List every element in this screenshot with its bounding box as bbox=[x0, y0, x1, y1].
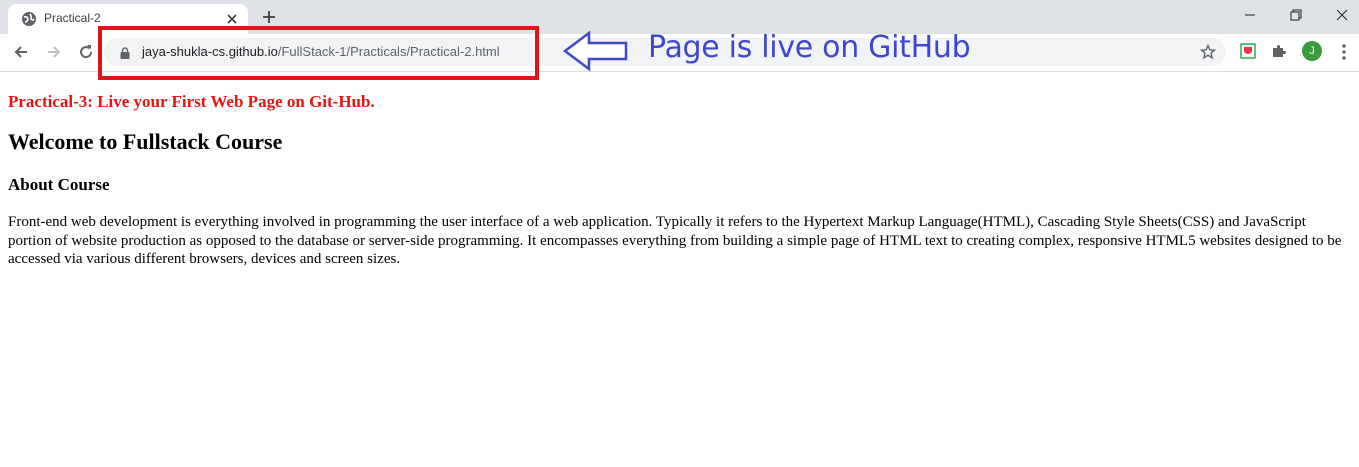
minimize-button[interactable] bbox=[1227, 0, 1273, 30]
restore-button[interactable] bbox=[1273, 0, 1319, 30]
page-heading: Welcome to Fullstack Course bbox=[8, 129, 283, 154]
annotation-text: Page is live on GitHub bbox=[648, 30, 971, 65]
globe-icon bbox=[21, 11, 37, 27]
extension-shield-icon[interactable] bbox=[1240, 43, 1256, 59]
extensions-puzzle-icon[interactable] bbox=[1271, 43, 1287, 59]
url-highlight-box bbox=[98, 26, 539, 80]
kebab-menu-icon[interactable] bbox=[1336, 43, 1352, 61]
tab-title: Practical-2 bbox=[44, 11, 101, 25]
forward-arrow-icon[interactable] bbox=[45, 43, 63, 61]
section-heading: About Course bbox=[8, 175, 110, 194]
bookmark-star-icon[interactable] bbox=[1199, 43, 1217, 60]
course-description: Front-end web development is everything … bbox=[8, 214, 1342, 267]
reload-icon[interactable] bbox=[77, 43, 95, 61]
new-tab-icon[interactable] bbox=[260, 8, 278, 26]
left-arrow-icon bbox=[562, 30, 630, 72]
page-content: Practical-3: Live your First Web Page on… bbox=[8, 84, 1348, 269]
close-window-button[interactable] bbox=[1319, 0, 1359, 30]
close-tab-icon[interactable] bbox=[225, 12, 239, 26]
practical-title: Practical-3: Live your First Web Page on… bbox=[8, 92, 375, 111]
profile-avatar[interactable]: J bbox=[1302, 41, 1322, 61]
back-arrow-icon[interactable] bbox=[12, 43, 30, 61]
